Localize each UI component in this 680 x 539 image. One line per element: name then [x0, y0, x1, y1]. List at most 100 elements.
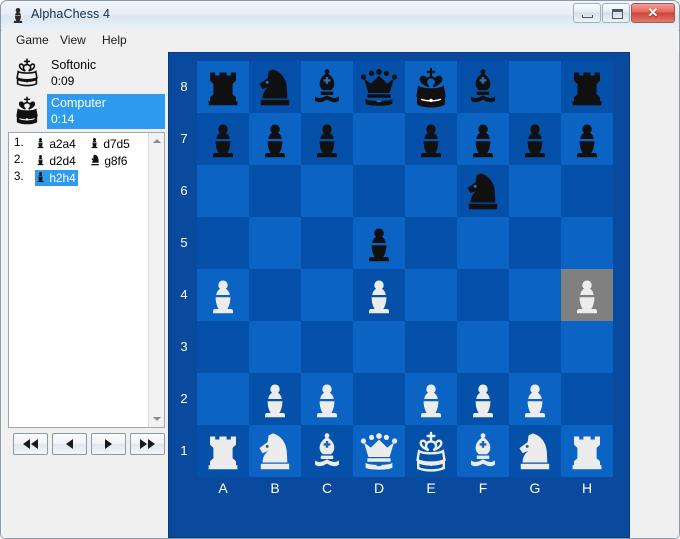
white-pawn-icon[interactable]: [461, 377, 505, 421]
board-square-g4[interactable]: [509, 269, 561, 321]
board-square-a1[interactable]: [197, 425, 249, 477]
move-list[interactable]: 1. a2a4 d7d5 2. d2d4 g8f6 3. h2h4: [9, 133, 148, 427]
menu-item-game[interactable]: Game: [10, 33, 55, 48]
board-square-d8[interactable]: [353, 61, 405, 113]
board-square-b3[interactable]: [249, 321, 301, 373]
minimize-button[interactable]: [573, 3, 601, 23]
board-square-e4[interactable]: [405, 269, 457, 321]
board-square-b1[interactable]: [249, 425, 301, 477]
close-button[interactable]: ✕: [631, 3, 675, 23]
board-square-e8[interactable]: [405, 61, 457, 113]
white-pawn-icon[interactable]: [253, 377, 297, 421]
black-pawn-icon[interactable]: [357, 221, 401, 265]
last-move-button[interactable]: [130, 433, 165, 455]
board-square-d5[interactable]: [353, 217, 405, 269]
board-square-d6[interactable]: [353, 165, 405, 217]
board-square-e2[interactable]: [405, 373, 457, 425]
move-entry-black[interactable]: d7d5: [89, 136, 132, 152]
white-rook-icon[interactable]: [565, 429, 609, 473]
board-square-g1[interactable]: [509, 425, 561, 477]
board-square-f1[interactable]: [457, 425, 509, 477]
board-square-f5[interactable]: [457, 217, 509, 269]
board-square-f2[interactable]: [457, 373, 509, 425]
player-row-black[interactable]: Computer 0:14: [5, 93, 165, 130]
scroll-down-arrow-icon[interactable]: [149, 411, 164, 427]
board-square-f7[interactable]: [457, 113, 509, 165]
board-square-c2[interactable]: [301, 373, 353, 425]
black-pawn-icon[interactable]: [253, 117, 297, 161]
board-square-a8[interactable]: [197, 61, 249, 113]
board-square-a2[interactable]: [197, 373, 249, 425]
white-pawn-icon[interactable]: [357, 273, 401, 317]
board-square-e6[interactable]: [405, 165, 457, 217]
previous-move-button[interactable]: [52, 433, 87, 455]
board-square-h1[interactable]: [561, 425, 613, 477]
black-rook-icon[interactable]: [201, 65, 245, 109]
white-bishop-icon[interactable]: [305, 429, 349, 473]
black-pawn-icon[interactable]: [461, 117, 505, 161]
board-square-a6[interactable]: [197, 165, 249, 217]
board-square-d1[interactable]: [353, 425, 405, 477]
black-bishop-icon[interactable]: [305, 65, 349, 109]
black-queen-icon[interactable]: [357, 65, 401, 109]
white-pawn-icon[interactable]: [201, 273, 245, 317]
white-pawn-icon[interactable]: [409, 377, 453, 421]
board-square-b5[interactable]: [249, 217, 301, 269]
white-pawn-icon[interactable]: [565, 273, 609, 317]
board-square-f6[interactable]: [457, 165, 509, 217]
board-square-c5[interactable]: [301, 217, 353, 269]
white-pawn-icon[interactable]: [305, 377, 349, 421]
board-square-b2[interactable]: [249, 373, 301, 425]
board-square-c1[interactable]: [301, 425, 353, 477]
board-square-f8[interactable]: [457, 61, 509, 113]
white-king-icon[interactable]: [409, 429, 453, 473]
board-square-g6[interactable]: [509, 165, 561, 217]
board-square-h5[interactable]: [561, 217, 613, 269]
board-square-c4[interactable]: [301, 269, 353, 321]
black-pawn-icon[interactable]: [305, 117, 349, 161]
board-square-d2[interactable]: [353, 373, 405, 425]
board-square-e3[interactable]: [405, 321, 457, 373]
move-entry-white[interactable]: a2a4: [35, 136, 78, 152]
board-square-b7[interactable]: [249, 113, 301, 165]
white-queen-icon[interactable]: [357, 429, 401, 473]
move-entry-white[interactable]: d2d4: [35, 153, 78, 169]
board-square-a4[interactable]: [197, 269, 249, 321]
white-knight-icon[interactable]: [253, 429, 297, 473]
board-square-g3[interactable]: [509, 321, 561, 373]
move-row[interactable]: 2. d2d4 g8f6: [9, 153, 148, 170]
board-square-a5[interactable]: [197, 217, 249, 269]
first-move-button[interactable]: [13, 433, 48, 455]
board-square-g5[interactable]: [509, 217, 561, 269]
board-square-c8[interactable]: [301, 61, 353, 113]
black-pawn-icon[interactable]: [201, 117, 245, 161]
move-entry-white-selected[interactable]: h2h4: [35, 170, 78, 186]
board-square-h3[interactable]: [561, 321, 613, 373]
black-knight-icon[interactable]: [461, 169, 505, 213]
board-square-d7[interactable]: [353, 113, 405, 165]
board-square-h8[interactable]: [561, 61, 613, 113]
move-row[interactable]: 1. a2a4 d7d5: [9, 136, 148, 153]
scroll-up-arrow-icon[interactable]: [149, 133, 164, 149]
menu-item-view[interactable]: View: [54, 33, 92, 48]
white-bishop-icon[interactable]: [461, 429, 505, 473]
move-entry-black[interactable]: g8f6: [89, 153, 129, 169]
black-king-icon[interactable]: [409, 65, 453, 109]
black-bishop-icon[interactable]: [461, 65, 505, 109]
black-pawn-icon[interactable]: [409, 117, 453, 161]
board-square-d3[interactable]: [353, 321, 405, 373]
board-square-c7[interactable]: [301, 113, 353, 165]
black-knight-icon[interactable]: [253, 65, 297, 109]
player-row-white[interactable]: Softonic 0:09: [5, 55, 165, 92]
board-square-h6[interactable]: [561, 165, 613, 217]
board-square-b6[interactable]: [249, 165, 301, 217]
board-square-h2[interactable]: [561, 373, 613, 425]
black-pawn-icon[interactable]: [513, 117, 557, 161]
board-square-a3[interactable]: [197, 321, 249, 373]
board-square-a7[interactable]: [197, 113, 249, 165]
board-square-b4[interactable]: [249, 269, 301, 321]
white-knight-icon[interactable]: [513, 429, 557, 473]
menu-item-help[interactable]: Help: [96, 33, 133, 48]
white-rook-icon[interactable]: [201, 429, 245, 473]
board-square-f4[interactable]: [457, 269, 509, 321]
